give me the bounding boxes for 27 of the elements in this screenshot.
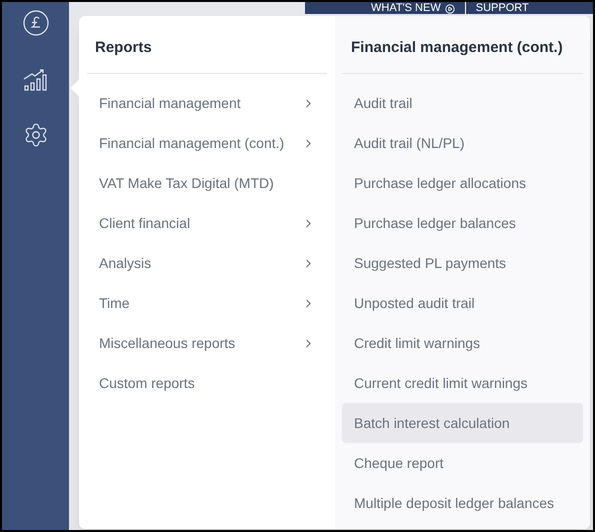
submenu-item[interactable]: Audit trail (NL/PL) bbox=[342, 123, 583, 163]
settings-icon[interactable] bbox=[22, 122, 48, 148]
menu-heading: Reports bbox=[94, 38, 153, 58]
chart-icon[interactable] bbox=[22, 67, 48, 91]
submenu-item[interactable]: Unposted audit trail bbox=[342, 283, 583, 323]
submenu-item[interactable]: Multiple deposit ledger balances bbox=[342, 483, 583, 523]
menu-item[interactable]: Financial management (cont.) bbox=[87, 123, 327, 163]
menu-item[interactable]: Analysis bbox=[87, 243, 327, 283]
menu-item[interactable]: VAT Make Tax Digital (MTD) bbox=[87, 163, 327, 203]
submenu-item[interactable]: Cheque report bbox=[342, 443, 583, 483]
menu-item[interactable]: Time bbox=[87, 283, 327, 323]
submenu-item[interactable]: Audit trail bbox=[342, 83, 583, 123]
support-link[interactable]: SUPPORT bbox=[476, 3, 529, 14]
submenu-item[interactable]: Purchase ledger balances bbox=[342, 203, 583, 243]
submenu-item[interactable]: Credit limit warnings bbox=[342, 323, 583, 363]
submenu-item[interactable]: Purchase ledger allocations bbox=[342, 163, 583, 203]
menu-item[interactable]: Financial management bbox=[87, 83, 327, 123]
submenu-heading: Financial management (cont.) bbox=[350, 38, 564, 58]
menu-item[interactable]: Custom reports bbox=[87, 363, 327, 403]
menu-item[interactable]: Miscellaneous reports bbox=[87, 323, 327, 363]
play-icon bbox=[444, 4, 455, 14]
submenu-item[interactable]: Current credit limit warnings bbox=[342, 363, 583, 403]
menu-item[interactable]: Client financial bbox=[87, 203, 327, 243]
pound-icon[interactable] bbox=[22, 10, 48, 36]
submenu-item[interactable]: Batch interest calculation bbox=[342, 403, 583, 443]
submenu-item[interactable]: Suggested PL payments bbox=[342, 243, 583, 283]
whats-new-link[interactable]: WHAT'S NEW bbox=[371, 3, 455, 14]
